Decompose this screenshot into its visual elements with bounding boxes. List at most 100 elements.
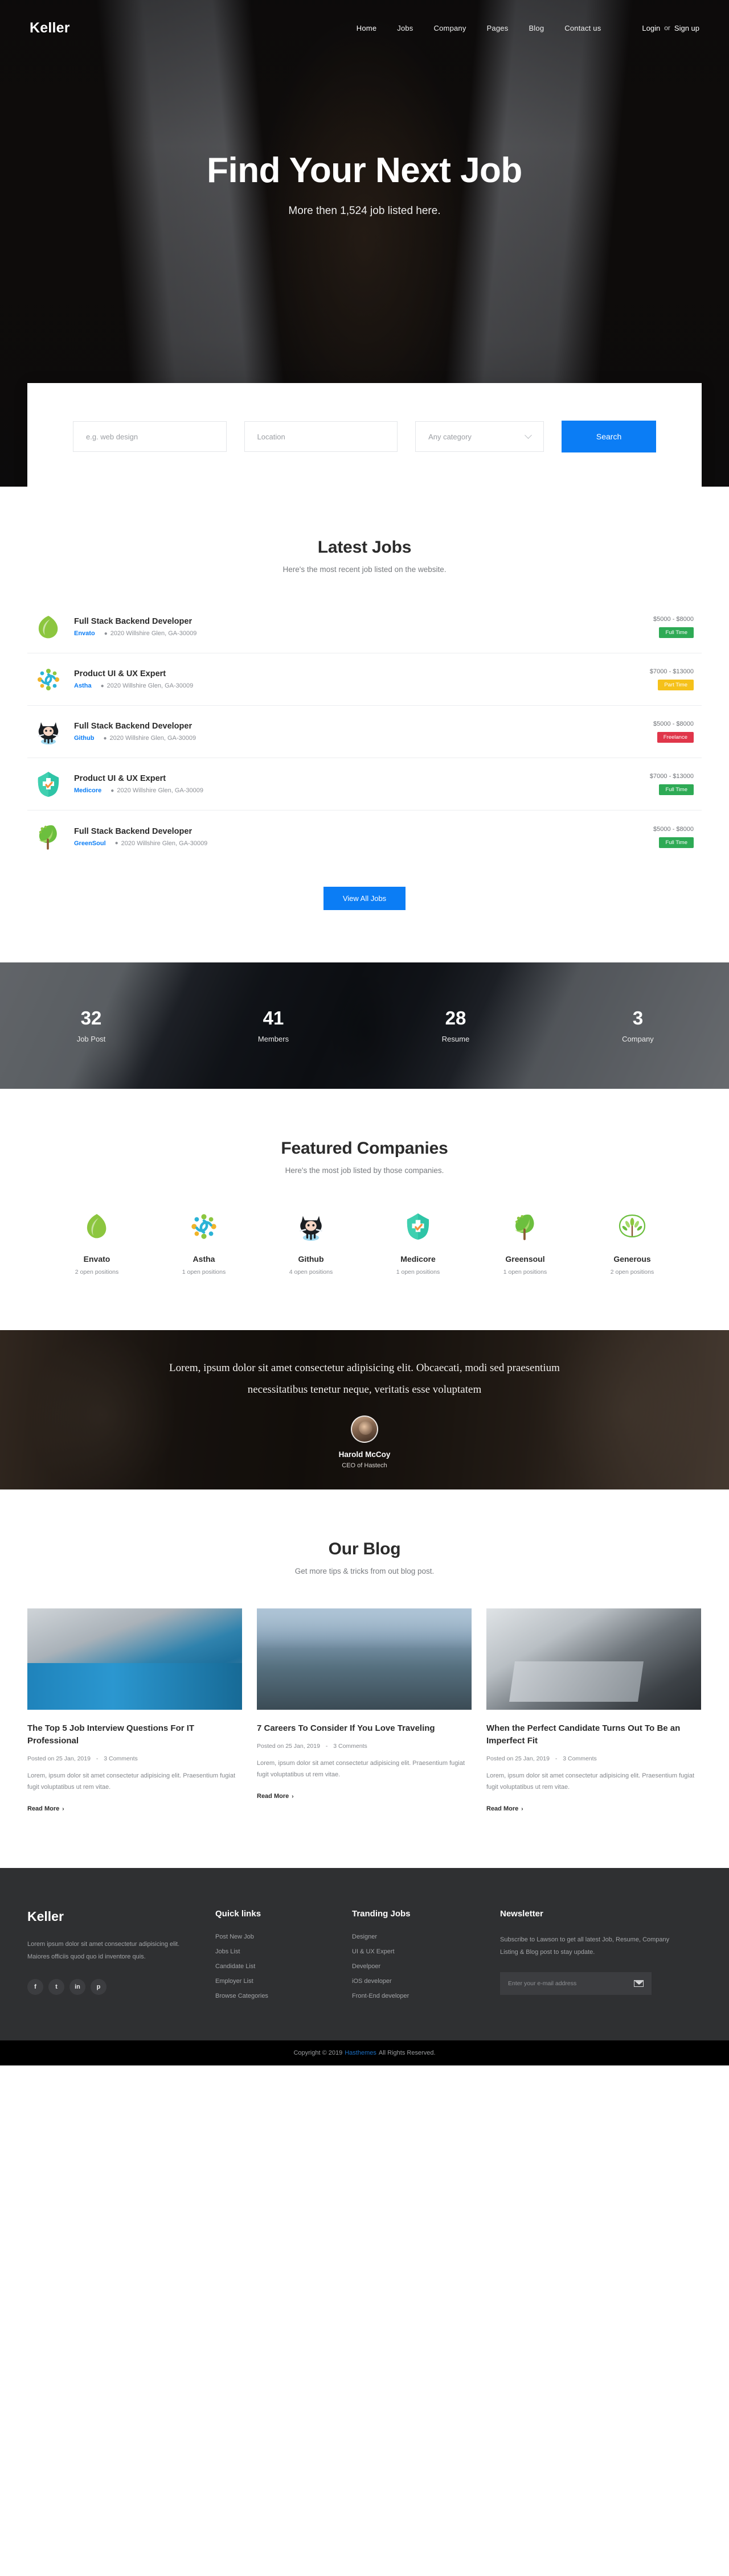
job-salary: $5000 - $8000 [653,721,694,727]
blog-post-title[interactable]: 7 Careers To Consider If You Love Travel… [257,1722,472,1735]
company-card-greensoul[interactable]: Greensoul 1 open positions [482,1211,568,1275]
blog-post-comments: 3 Comments [333,1742,367,1750]
nav-item-pages[interactable]: Pages [487,24,509,32]
footer-columns: Keller Lorem ipsum dolor sit amet consec… [27,1909,702,2007]
job-title[interactable]: Full Stack Backend Developer [74,827,653,836]
newsletter-placeholder: Enter your e-mail address [508,1980,577,1987]
blog-subtitle: Get more tips & tricks from out blog pos… [294,1567,435,1575]
search-button[interactable]: Search [562,421,656,452]
company-name: Medicore [400,1254,436,1264]
envelope-icon[interactable] [634,1980,644,1987]
counter-label: Job Post [76,1034,106,1043]
job-title[interactable]: Full Stack Backend Developer [74,617,653,626]
astha-people-logo-icon [35,666,62,693]
footer-link-ui-ux-expert[interactable]: UI & UX Expert [352,1948,500,1955]
nav-item-company[interactable]: Company [434,24,466,32]
medicore-cross-logo-icon [35,771,62,797]
latest-jobs-header: Latest Jobs Here's the most recent job l… [0,538,729,574]
footer-link-front-end-developer[interactable]: Front-End developer [352,1993,500,1999]
nav-item-jobs[interactable]: Jobs [397,24,413,32]
nav-item-blog[interactable]: Blog [529,24,544,32]
job-salary: $7000 - $13000 [649,773,694,780]
featured-companies-section: Featured Companies Here's the most job l… [0,1089,729,1330]
site-logo[interactable]: Keller [30,20,70,36]
list-item[interactable]: The Top 5 Job Interview Questions For IT… [27,1608,242,1813]
blog-post-title[interactable]: The Top 5 Job Interview Questions For IT… [27,1722,242,1747]
table-row[interactable]: Full Stack Backend Developer GreenSoul ●… [27,810,702,863]
github-octocat-logo-icon [268,1211,354,1242]
counter-value: 3 [632,1007,644,1028]
company-card-envato[interactable]: Envato 2 open positions [54,1211,140,1275]
job-info: Product UI & UX Expert Medicore ● 2020 W… [74,774,650,794]
company-card-generous[interactable]: Generous 2 open positions [589,1211,675,1275]
status-badge: Part Time [658,680,694,690]
footer-trending-jobs-column: Tranding Jobs Designer UI & UX Expert De… [352,1909,500,2007]
nav-item-home[interactable]: Home [357,24,376,32]
footer-link-developer[interactable]: Develpoer [352,1963,500,1970]
footer-link-browse-categories[interactable]: Browse Categories [215,1993,352,1999]
footer-link-candidate-list[interactable]: Candidate List [215,1963,352,1970]
login-link[interactable]: Login [642,24,660,32]
job-company[interactable]: Astha [74,682,92,689]
counters-row: 32 Job Post 41 Members 28 Resume 3 Compa… [0,962,729,1089]
view-all-jobs-button[interactable]: View All Jobs [323,887,406,910]
nav-item-contact-us[interactable]: Contact us [564,24,601,32]
list-item[interactable]: 7 Careers To Consider If You Love Travel… [257,1608,472,1813]
astha-people-logo-icon [161,1211,247,1242]
footer-link-employer-list[interactable]: Employer List [215,1978,352,1985]
envato-leaf-logo-icon [35,614,62,640]
footer-logo[interactable]: Keller [27,1909,193,1924]
company-open-positions: 1 open positions [182,1269,226,1275]
copyright-brand-link[interactable]: Hasthemes [345,2050,376,2056]
read-more-link[interactable]: Read More › [257,1793,294,1800]
featured-title: Featured Companies [281,1139,448,1158]
company-name: Github [298,1254,324,1264]
job-title[interactable]: Product UI & UX Expert [74,669,650,678]
company-open-positions: 2 open positions [75,1269,119,1275]
job-title[interactable]: Full Stack Backend Developer [74,722,653,731]
footer-link-designer[interactable]: Designer [352,1933,500,1940]
blog-post-title[interactable]: When the Perfect Candidate Turns Out To … [486,1722,701,1747]
avatar [351,1415,378,1443]
search-keyword-input[interactable]: e.g. web design [73,421,227,452]
company-card-astha[interactable]: Astha 1 open positions [161,1211,247,1275]
hero-title: Find Your Next Job [207,151,522,190]
nav-menu: Home Jobs Company Pages Blog Contact us [357,24,601,32]
blog-post-date: Posted on 25 Jan, 2019 [27,1755,91,1762]
job-company[interactable]: Medicore [74,787,101,794]
job-info: Product UI & UX Expert Astha ● 2020 Will… [74,669,650,689]
table-row[interactable]: Full Stack Backend Developer Envato ● 20… [27,601,702,653]
search-category-select[interactable]: Any category [415,421,544,452]
job-info: Full Stack Backend Developer Github ● 20… [74,722,653,742]
job-salary: $5000 - $8000 [653,825,694,833]
copyright-suffix: All Rights Reserved. [378,2050,436,2057]
footer-link-post-new-job[interactable]: Post New Job [215,1933,352,1940]
search-location-input[interactable]: Location [244,421,398,452]
table-row[interactable]: Product UI & UX Expert Medicore ● 2020 W… [27,758,702,810]
stats-counter-section: 32 Job Post 41 Members 28 Resume 3 Compa… [0,962,729,1089]
read-more-link[interactable]: Read More › [486,1805,523,1812]
signup-link[interactable]: Sign up [674,24,699,32]
footer-link-jobs-list[interactable]: Jobs List [215,1948,352,1955]
greensoul-tree-logo-icon [35,824,62,850]
job-company[interactable]: Github [74,735,94,742]
read-more-link[interactable]: Read More › [27,1805,64,1812]
company-card-medicore[interactable]: Medicore 1 open positions [375,1211,461,1275]
blog-thumbnail-image [257,1608,472,1710]
counter-value: 28 [445,1007,466,1028]
job-company[interactable]: Envato [74,630,95,637]
company-open-positions: 2 open positions [610,1269,654,1275]
pinterest-icon[interactable]: p [91,1979,107,1995]
table-row[interactable]: Full Stack Backend Developer Github ● 20… [27,706,702,758]
table-row[interactable]: Product UI & UX Expert Astha ● 2020 Will… [27,653,702,706]
twitter-icon[interactable]: t [48,1979,64,1995]
job-company[interactable]: GreenSoul [74,840,106,847]
newsletter-email-input[interactable]: Enter your e-mail address [500,1972,652,1995]
facebook-icon[interactable]: f [27,1979,43,1995]
job-title[interactable]: Product UI & UX Expert [74,774,650,783]
testimonial-author-name: Harold McCoy [338,1450,391,1459]
list-item[interactable]: When the Perfect Candidate Turns Out To … [486,1608,701,1813]
company-card-github[interactable]: Github 4 open positions [268,1211,354,1275]
footer-link-ios-developer[interactable]: iOS developer [352,1978,500,1985]
linkedin-icon[interactable]: in [69,1979,85,1995]
